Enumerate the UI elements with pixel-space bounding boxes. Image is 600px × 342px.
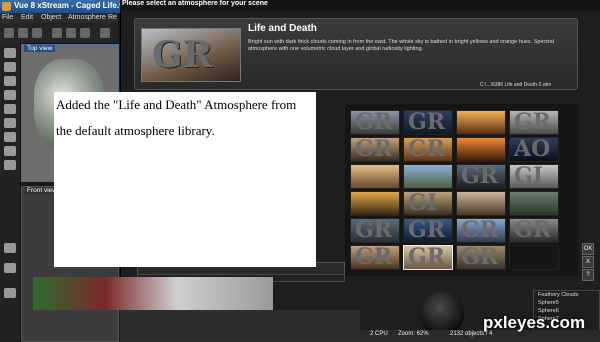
atmosphere-thumbnail[interactable]: AO [509,137,559,162]
thumbnail-label: GR [408,137,446,162]
sphere-small-icon[interactable] [4,288,16,298]
atmosphere-thumbnail[interactable] [350,164,400,189]
site-watermark: pxleyes.com [483,313,586,332]
ok-button[interactable]: OK [582,243,594,255]
layer-item-sphere5[interactable]: Sphere5 [538,300,559,306]
thumbnail-label: GR [461,245,499,270]
menu-file[interactable]: File [2,14,13,21]
light-tool-icon[interactable] [4,146,16,156]
help-button[interactable]: ? [582,269,594,281]
atmosphere-thumbnail[interactable] [509,191,559,216]
save-icon[interactable] [32,28,42,38]
atmosphere-thumbnail[interactable] [403,164,453,189]
atmosphere-thumbnail[interactable]: GR [456,164,506,189]
window-title: Vue 8 xStream - Caged Life.vue [14,1,133,10]
atmosphere-thumbnail[interactable]: GR [509,218,559,243]
plant-tool-icon[interactable] [4,104,16,114]
atmosphere-thumbnail[interactable]: GI [403,191,453,216]
water-tool-icon[interactable] [4,90,16,100]
thumbnail-label: GR [461,164,499,189]
atmosphere-thumbnail[interactable]: GR [403,137,453,162]
thumbnail-label: GR [355,137,393,162]
atmosphere-thumbnail[interactable] [456,137,506,162]
preview-gr-text: GR [152,34,213,76]
cpu-status: 2 CPU [370,331,388,337]
thumbnail-label: GR [408,110,446,135]
thumbnail-label: GR [355,110,393,135]
undo-icon[interactable] [52,28,62,38]
atmosphere-thumbnail[interactable] [350,191,400,216]
menu-bar: File Edit Object Atmosphere Re [0,13,118,23]
camera-tool-icon[interactable] [4,160,16,170]
thumbnail-label: GR [408,245,446,270]
rock-tool-icon[interactable] [4,118,16,128]
menu-edit[interactable]: Edit [21,14,33,21]
sun-tool-icon[interactable] [4,243,16,253]
new-icon[interactable] [4,28,14,38]
atmosphere-thumbnail[interactable] [456,191,506,216]
annotation-text: Added the "Life and Death" Atmosphere fr… [56,97,297,138]
menu-atmosphere[interactable]: Atmosphere [68,14,106,21]
text-tool-icon[interactable] [4,62,16,72]
thumbnail-label: GI [514,164,544,189]
layer-item-clouds[interactable]: Feathery Clouds [538,292,578,298]
perspective-viewport[interactable] [120,310,360,342]
atmosphere-thumbnail[interactable]: GR [350,218,400,243]
atmosphere-thumbnail[interactable]: GI [509,164,559,189]
open-icon[interactable] [18,28,28,38]
atmosphere-thumbnail[interactable]: GR [403,218,453,243]
atmosphere-description: Bright sun with dark thick clouds coming… [248,39,554,52]
cloud-tool-icon[interactable] [4,132,16,142]
paste-icon[interactable] [80,28,90,38]
atmosphere-thumbnail[interactable]: GR [509,110,559,135]
atmosphere-file-path: C:\...\6386 Life and Death-2.atm [480,82,552,88]
render-icon[interactable] [100,28,110,38]
terrain-tool-icon[interactable] [4,76,16,86]
atmosphere-name: Life and Death [248,23,317,34]
thumbnail-label: GR [461,218,499,243]
menu-more[interactable]: Re [108,14,117,21]
sphere-tool-icon[interactable] [4,48,16,58]
atmosphere-thumbnail[interactable]: GR [456,245,506,270]
cancel-button[interactable]: X [582,256,594,268]
thumbnail-label: GR [355,218,393,243]
atmosphere-thumbnail[interactable]: GR [350,245,400,270]
atom-tool-icon[interactable] [4,263,16,273]
app-logo-icon [2,2,11,11]
dialog-title: Please select an atmosphere for your sce… [122,0,268,7]
object-toolbox [0,43,21,342]
thumbnail-label: GI [408,191,438,216]
thumbnail-label: GR [408,218,446,243]
thumbnail-label: GR [514,110,552,135]
atmosphere-thumbnail[interactable] [456,110,506,135]
atmosphere-thumbnail[interactable]: GR [350,137,400,162]
copy-icon[interactable] [66,28,76,38]
zoom-status: Zoom: 62% [398,331,429,337]
atmosphere-thumbnail[interactable]: GR [350,110,400,135]
menu-object[interactable]: Object [41,14,61,21]
top-view-label: Top view [24,45,56,52]
main-toolbar [0,23,118,44]
thumbnail-label: AO [514,137,551,162]
thumbnail-label: GR [514,218,552,243]
atmosphere-thumbnail[interactable] [509,245,559,270]
atmosphere-thumbnail[interactable]: GR [403,110,453,135]
atmosphere-thumbnail[interactable]: GR [456,218,506,243]
atmosphere-thumbnail[interactable]: GR [403,245,453,270]
thumbnail-label: GR [355,245,393,270]
front-view-render-strip [33,277,273,310]
